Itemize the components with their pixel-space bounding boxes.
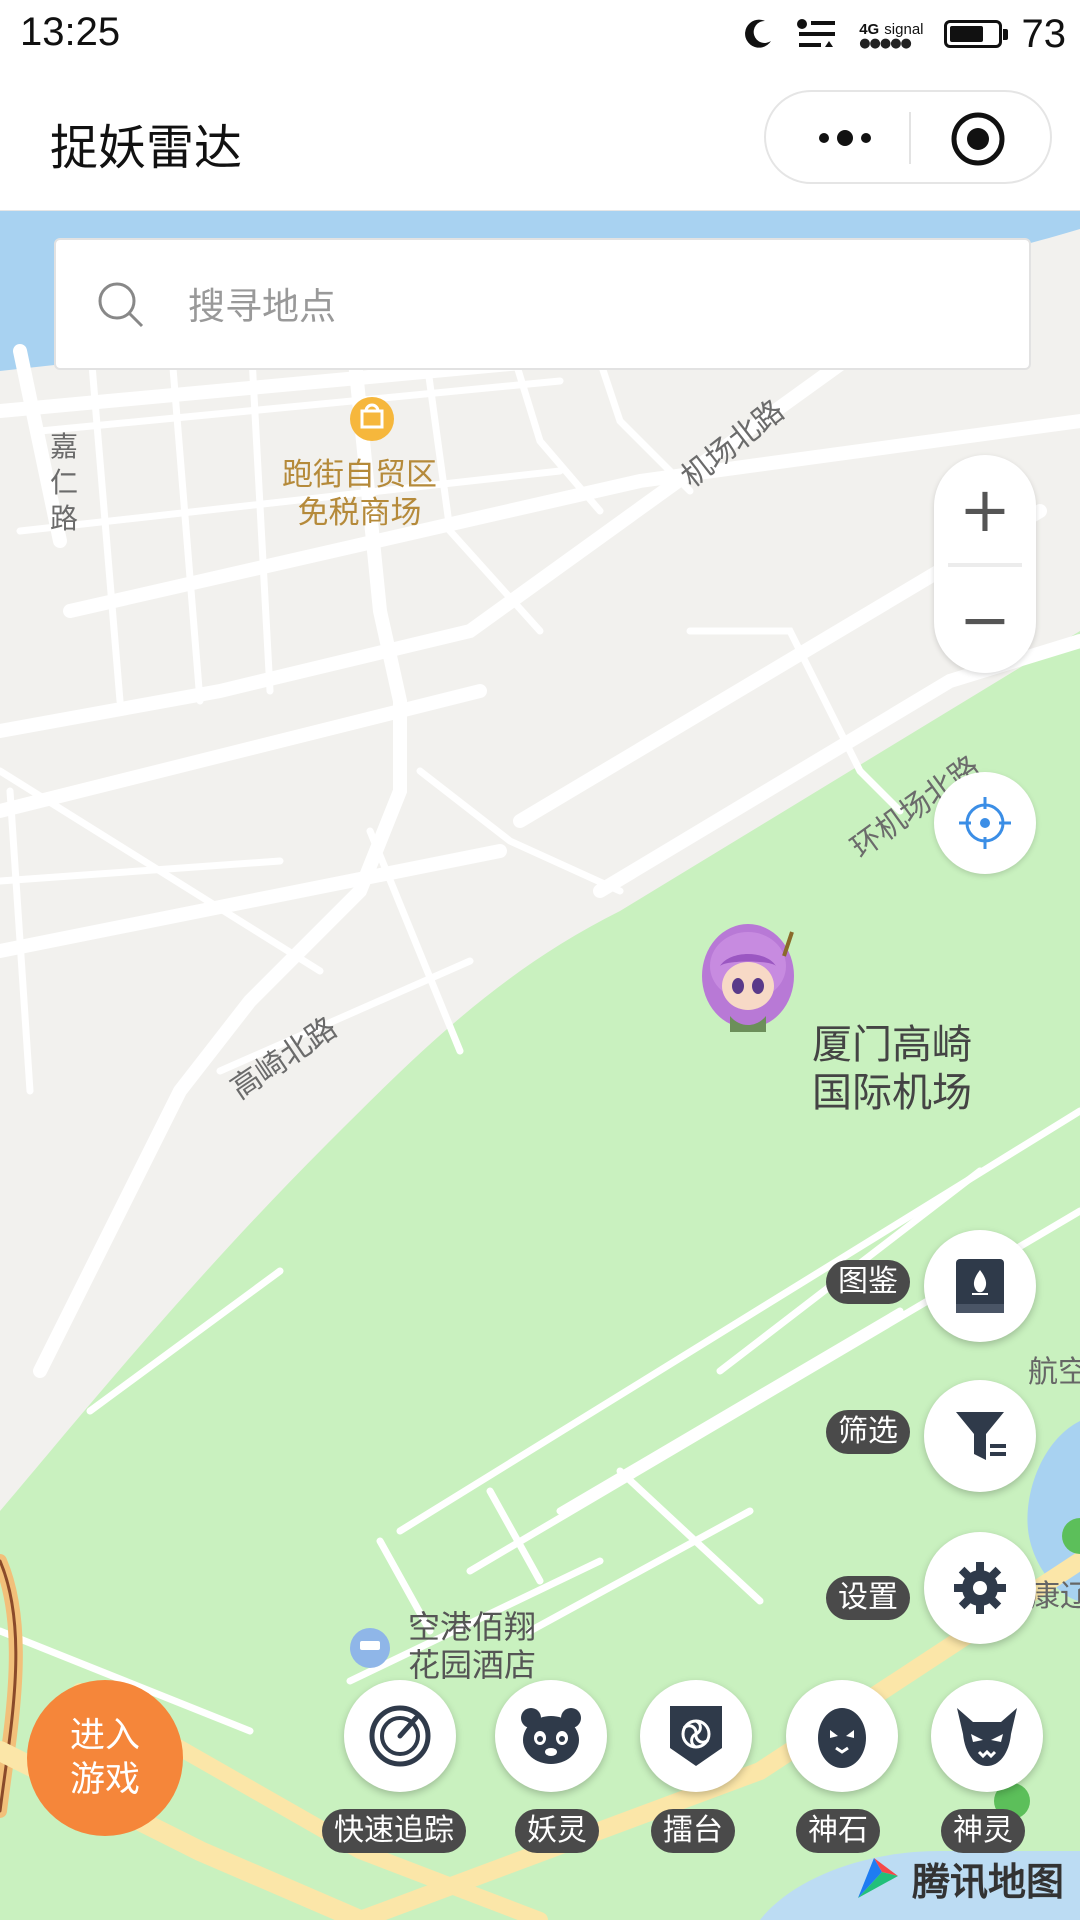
- battery-fill: [949, 26, 984, 42]
- road-jiaren-label: 嘉仁路: [50, 430, 79, 535]
- poi-duty-free-label[interactable]: 跑街自贸区 免税商场: [282, 456, 437, 532]
- divine-stone-label: 神石: [796, 1809, 880, 1853]
- signal-dots: ●●●●●: [859, 35, 912, 51]
- search-icon: [98, 282, 144, 328]
- player-avatar[interactable]: [700, 920, 796, 1032]
- status-icons: 4G signal ●●●●● 73: [741, 12, 1066, 56]
- quick-track-label: 快速追踪: [322, 1809, 466, 1853]
- side-label-filter: 筛选: [826, 1410, 910, 1454]
- arena-label: 擂台: [651, 1809, 735, 1853]
- moon-icon: [745, 19, 772, 48]
- poi-partial-label[interactable]: 康辽: [1030, 1571, 1080, 1615]
- book-icon: [956, 1259, 1004, 1313]
- deity-label: 神灵: [941, 1809, 1025, 1853]
- search-input[interactable]: [186, 270, 990, 342]
- more-dot-icon: [837, 130, 853, 146]
- spirits-label: 妖灵: [515, 1809, 599, 1853]
- tencent-map-attribution: 腾讯地图: [852, 1850, 1064, 1906]
- enter-game-label: 进入 游戏: [69, 1716, 140, 1800]
- poi-aviation-label[interactable]: 航空: [1028, 1347, 1080, 1391]
- tencent-map-label: 腾讯地图: [912, 1859, 1065, 1904]
- search-bar[interactable]: [54, 238, 1031, 370]
- catalog-button[interactable]: [924, 1230, 1036, 1342]
- enter-game-button[interactable]: 进入 游戏: [27, 1680, 183, 1836]
- side-label-catalog: 图鉴: [826, 1260, 910, 1304]
- demon-icon: [957, 1708, 1017, 1766]
- capsule-divider: [909, 112, 911, 164]
- miniprogram-capsule: [764, 90, 1052, 184]
- gear-icon: [954, 1562, 1006, 1614]
- filter-button[interactable]: [924, 1380, 1036, 1492]
- side-label-settings: 设置: [826, 1576, 910, 1620]
- arena-button[interactable]: [640, 1680, 752, 1792]
- signal-label: signal: [884, 20, 924, 38]
- battery-level: 73: [1021, 11, 1067, 56]
- close-miniprogram-button[interactable]: [950, 111, 1006, 167]
- status-bar: 13:25 4G signal ●●●●● 73: [0, 0, 1080, 68]
- map-view[interactable]: 跑街自贸区 免税商场 厦门高崎 国际机场 空港佰翔 花园酒店 航空 康辽 嘉仁路…: [0, 211, 1080, 1920]
- locate-me-button[interactable]: [934, 772, 1036, 874]
- crosshair-icon: [959, 797, 1011, 849]
- filter-icon: [956, 1412, 1006, 1460]
- tencent-map-logo-icon: [858, 1858, 898, 1898]
- panda-icon: [521, 1708, 581, 1764]
- cellular-signal: 4G signal ●●●●●: [859, 19, 923, 50]
- more-dot-icon: [861, 133, 871, 143]
- zoom-in-button[interactable]: +: [934, 457, 1036, 561]
- quick-track-button[interactable]: [344, 1680, 456, 1792]
- page-title: 捉妖雷达: [50, 120, 243, 176]
- status-time: 13:25: [20, 10, 121, 54]
- zoom-out-button[interactable]: −: [934, 567, 1036, 671]
- battery-icon: [943, 20, 1008, 48]
- settings-button[interactable]: [924, 1532, 1036, 1644]
- more-dot-icon: [819, 133, 829, 143]
- poi-airport-label[interactable]: 厦门高崎 国际机场: [812, 1021, 972, 1117]
- data-saver-icon: [797, 19, 836, 47]
- network-type: 4G: [859, 20, 880, 38]
- deity-button[interactable]: [931, 1680, 1043, 1792]
- stone-icon: [818, 1708, 866, 1768]
- zoom-controls: + −: [934, 455, 1036, 673]
- more-menu-button[interactable]: [800, 118, 890, 158]
- spirits-button[interactable]: [495, 1680, 607, 1792]
- arena-icon: [670, 1706, 722, 1766]
- radar-icon: [369, 1705, 431, 1767]
- divine-stone-button[interactable]: [786, 1680, 898, 1792]
- nav-header: 捉妖雷达: [0, 68, 1080, 211]
- poi-hotel-label[interactable]: 空港佰翔 花园酒店: [408, 1608, 536, 1684]
